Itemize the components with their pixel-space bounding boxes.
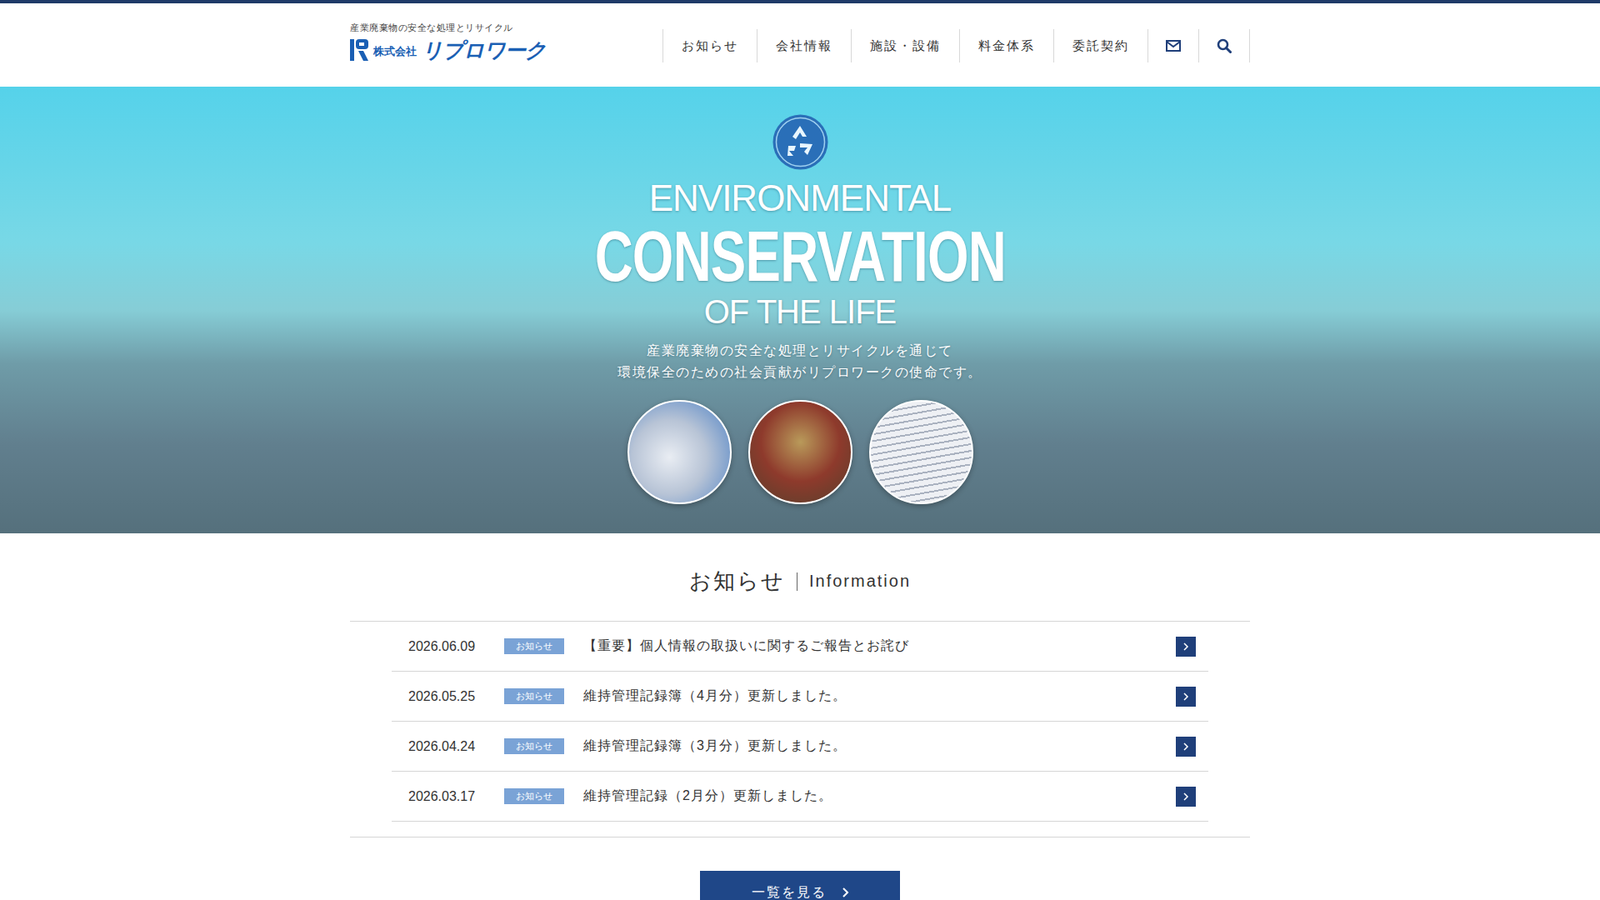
- nav-item[interactable]: 会社情報: [756, 29, 851, 63]
- news-section: お知らせInformation2026.06.09お知らせ【重要】個人情報の取扱…: [0, 533, 1600, 900]
- nav-item[interactable]: 料金体系: [959, 29, 1054, 63]
- heading-separator: [796, 572, 798, 591]
- chevron-right-icon: [1182, 691, 1190, 702]
- mail-button[interactable]: [1147, 29, 1199, 63]
- news-category: お知らせ: [504, 688, 565, 705]
- news-date: 2026.03.17: [408, 789, 505, 805]
- hero-photos: [627, 400, 974, 505]
- hero-lead-line: 環境保全のための社会貢献がリプロワークの使命です。: [617, 361, 983, 384]
- hero-lead-line: 産業廃棄物の安全な処理とリサイクルを通じて: [617, 340, 983, 362]
- search-icon: [1216, 38, 1232, 54]
- news-title: 維持管理記録簿（4月分）更新しました。: [583, 687, 1176, 705]
- news-category: お知らせ: [504, 738, 565, 755]
- row-arrow[interactable]: [1175, 786, 1196, 807]
- hero-title-top: ENVIRONMENTAL: [649, 180, 952, 217]
- news-list: 2026.06.09お知らせ【重要】個人情報の取扱いに関するご報告とお詫び202…: [350, 620, 1250, 838]
- tagline: 産業廃棄物の安全な処理とリサイクル: [350, 21, 546, 35]
- chevron-right-icon: [1182, 641, 1190, 652]
- view-all-button[interactable]: 一覧を見る: [700, 870, 900, 900]
- news-category: お知らせ: [504, 638, 565, 655]
- hero-title-bottom: OF THE LIFE: [704, 295, 897, 329]
- logo[interactable]: 産業廃棄物の安全な処理とリサイクル株式会社リプロワーク: [350, 21, 546, 61]
- news-title: 【重要】個人情報の取扱いに関するご報告とお詫び: [583, 637, 1176, 655]
- logo-mark-icon: [350, 39, 369, 61]
- row-arrow[interactable]: [1175, 736, 1196, 757]
- news-row[interactable]: 2026.03.17お知らせ 維持管理記録（2月分）更新しました。: [391, 771, 1209, 822]
- row-arrow[interactable]: [1175, 636, 1196, 657]
- news-title: 維持管理記録簿（3月分）更新しました。: [583, 737, 1176, 755]
- recycle-icon: [772, 114, 829, 170]
- news-heading-en: Information: [809, 571, 911, 591]
- logo-company-type: 株式会社: [373, 44, 417, 61]
- news-title: 維持管理記録（2月分）更新しました。: [583, 787, 1176, 805]
- logo-name: リプロワーク: [421, 40, 546, 61]
- chevron-right-icon: [1182, 741, 1190, 752]
- header: 産業廃棄物の安全な処理とリサイクル株式会社リプロワーク お知らせ会社情報施設・設備…: [0, 3, 1600, 87]
- view-all-label: 一覧を見る: [751, 884, 827, 900]
- hero-lead: 産業廃棄物の安全な処理とリサイクルを通じて環境保全のための社会貢献がリプロワーク…: [617, 340, 983, 384]
- news-row[interactable]: 2026.04.24お知らせ 維持管理記録簿（3月分）更新しました。: [391, 721, 1209, 772]
- nav-item[interactable]: 委託契約: [1053, 29, 1148, 63]
- news-category: お知らせ: [504, 788, 565, 805]
- chevron-right-icon: [1182, 791, 1190, 802]
- hero-title-main: CONSERVATION: [594, 220, 1005, 292]
- news-date: 2026.04.24: [408, 739, 505, 755]
- page: 産業廃棄物の安全な処理とリサイクル株式会社リプロワークお知らせ会社情報施設・設備…: [0, 0, 1600, 900]
- photo-circle: [869, 400, 974, 505]
- news-heading: お知らせ Information: [0, 566, 1600, 596]
- news-heading-ja: お知らせ: [689, 566, 785, 596]
- global-nav: お知らせ会社情報施設・設備料金体系委託契約: [662, 29, 1250, 63]
- search-button[interactable]: [1198, 29, 1250, 63]
- row-arrow[interactable]: [1175, 686, 1196, 707]
- news-row[interactable]: 2026.05.25お知らせ 維持管理記録簿（4月分）更新しました。: [391, 671, 1209, 722]
- photo-circle: [748, 400, 853, 505]
- nav-item[interactable]: 施設・設備: [850, 29, 960, 63]
- news-row[interactable]: 2026.06.09お知らせ 【重要】個人情報の取扱いに関するご報告とお詫び: [391, 621, 1209, 672]
- mail-icon: [1165, 40, 1181, 52]
- news-date: 2026.05.25: [408, 689, 505, 705]
- photo-circle: [627, 400, 732, 505]
- chevron-right-icon: [841, 886, 850, 899]
- news-date: 2026.06.09: [408, 639, 505, 655]
- hero: ENVIRONMENTALCONSERVATIONOF THE LIFE 産業廃棄…: [0, 86, 1600, 534]
- recycle-badge: [772, 114, 829, 170]
- nav-item[interactable]: お知らせ: [662, 29, 757, 63]
